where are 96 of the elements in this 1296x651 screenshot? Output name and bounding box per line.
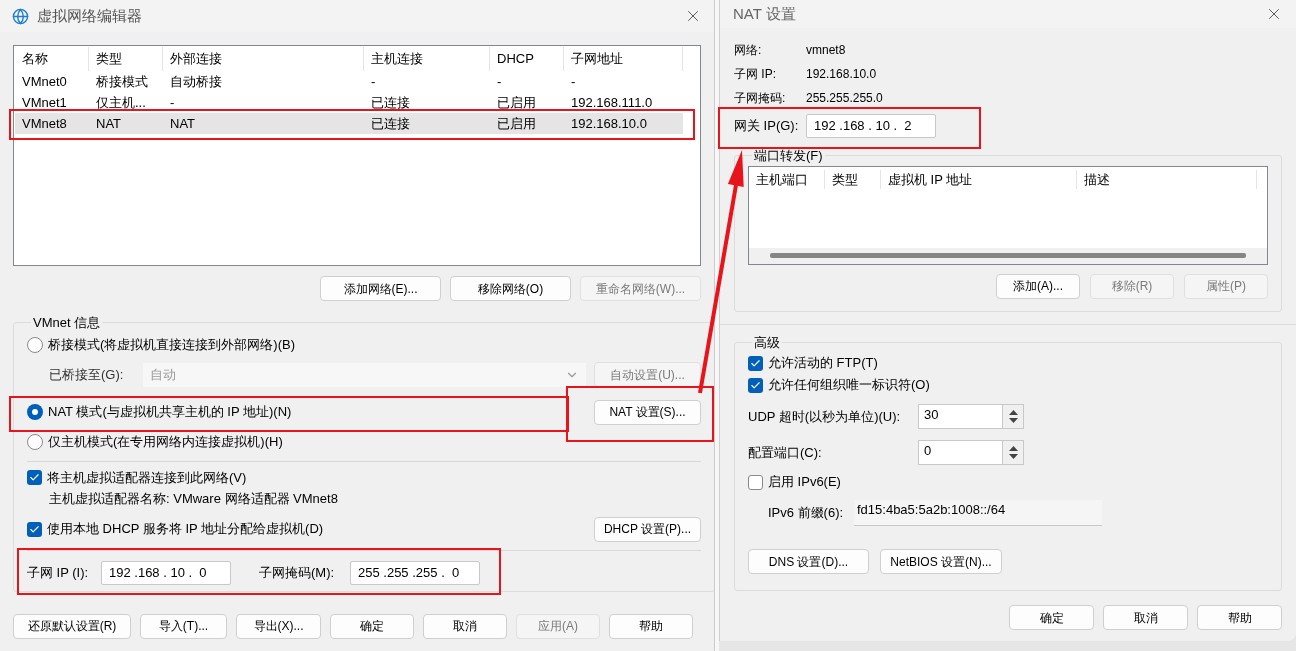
- port-action-button[interactable]: 添加(A)...: [996, 273, 1080, 299]
- dialog-button[interactable]: 帮助: [1197, 605, 1282, 630]
- column-header[interactable]: 类型: [825, 169, 881, 190]
- info-value: 192.168.10.0: [806, 66, 877, 83]
- adapter-name-text: 主机虚拟适配器名称: VMware 网络适配器 VMnet8: [49, 489, 338, 508]
- column-header[interactable]: DHCP: [490, 47, 564, 71]
- checkbox[interactable]: [748, 474, 763, 490]
- settings-button[interactable]: NetBIOS 设置(N)...: [880, 549, 1002, 574]
- table-cell-text: VMnet8: [21, 114, 68, 133]
- dhcp-settings-button[interactable]: DHCP 设置(P)...: [594, 516, 701, 542]
- column-header[interactable]: 类型: [89, 47, 163, 71]
- table-row[interactable]: VMnet1 仅主机... - 已连接 已启用 192.168.111.0: [15, 92, 683, 113]
- table-cell-text: 桥接模式: [95, 72, 149, 91]
- nat-settings-button[interactable]: NAT 设置(S)...: [594, 399, 701, 425]
- radio-button[interactable]: [27, 433, 43, 450]
- radio-label: NAT 模式(与虚拟机共享主机的 IP 地址)(N): [48, 403, 292, 422]
- check-icon: [29, 523, 40, 535]
- table-cell-text: 自动桥接: [169, 72, 223, 91]
- info-value: vmnet8: [806, 42, 846, 59]
- group-title: 高级: [753, 333, 781, 352]
- table-cell-text: 仅主机...: [95, 93, 147, 112]
- column-header[interactable]: 虚拟机 IP 地址: [881, 169, 1077, 190]
- dialog-button[interactable]: 取消: [1103, 605, 1188, 630]
- column-header[interactable]: 主机端口: [749, 169, 825, 190]
- ipv6-prefix-field[interactable]: fd15:4ba5:5a2b:1008::/64: [854, 500, 1102, 526]
- field-label: 子网掩码(M):: [259, 563, 336, 582]
- subnet-ip-field[interactable]: 192 .168 . 10 . 0: [101, 560, 231, 585]
- table-cell-text: VMnet0: [21, 72, 68, 91]
- checkbox-label: 将主机虚拟适配器连接到此网络(V): [47, 468, 247, 487]
- table-cell-text: 已连接: [370, 114, 411, 133]
- check-icon: [29, 472, 40, 483]
- checkbox[interactable]: [748, 355, 763, 371]
- dialog-button[interactable]: 导入(T)...: [140, 613, 227, 639]
- radio-button[interactable]: [27, 404, 43, 420]
- checkbox[interactable]: [27, 521, 42, 537]
- check-icon: [750, 379, 761, 391]
- table-cell-text: 192.168.111.0: [570, 93, 654, 112]
- table-cell-text: 192.168.10.0: [570, 114, 648, 133]
- field-label: 配置端口(C):: [748, 443, 823, 462]
- dialog-button[interactable]: 取消: [423, 613, 507, 639]
- radio-button[interactable]: [27, 336, 43, 353]
- spinner-icon[interactable]: [1002, 405, 1023, 428]
- info-label: 子网 IP:: [734, 66, 777, 83]
- dialog-button[interactable]: 确定: [1009, 605, 1094, 630]
- table-cell-text: VMnet1: [21, 93, 68, 112]
- table-cell-text: 已启用: [496, 93, 537, 112]
- checkbox-label: 启用 IPv6(E): [768, 473, 841, 492]
- column-header[interactable]: 主机连接: [364, 47, 490, 71]
- gateway-ip-field[interactable]: 192 .168 . 10 . 2: [806, 114, 936, 138]
- table-cell-text: NAT: [95, 114, 123, 133]
- list-action-button[interactable]: 移除网络(O): [450, 276, 571, 301]
- info-value: 255.255.255.0: [806, 90, 883, 107]
- settings-button[interactable]: DNS 设置(D)...: [748, 549, 869, 574]
- globe-icon: [12, 7, 29, 25]
- radio-label: 仅主机模式(在专用网络内连接虚拟机)(H): [48, 432, 283, 451]
- column-header[interactable]: 名称: [15, 47, 89, 71]
- dialog-button[interactable]: 导出(X)...: [236, 613, 321, 639]
- dialog-button[interactable]: 还原默认设置(R): [13, 613, 131, 639]
- list-action-button[interactable]: 添加网络(E)...: [320, 276, 441, 301]
- table-row[interactable]: VMnet0 桥接模式 自动桥接 - - -: [15, 71, 683, 92]
- checkbox[interactable]: [27, 470, 42, 485]
- dialog-button[interactable]: 帮助: [609, 613, 693, 639]
- table-cell-text: -: [370, 72, 377, 91]
- table-cell-text: 已启用: [496, 114, 537, 133]
- window-title: 虚拟网络编辑器: [37, 5, 142, 26]
- field-label: 子网 IP (I):: [27, 563, 90, 582]
- table-cell-text: -: [496, 72, 503, 91]
- info-label: 子网掩码:: [734, 90, 787, 107]
- checkbox-label: 允许活动的 FTP(T): [768, 354, 878, 373]
- table-cell-text: 已连接: [370, 93, 411, 112]
- check-icon: [750, 357, 761, 369]
- group-title: VMnet 信息: [32, 314, 102, 332]
- column-header[interactable]: 描述: [1077, 169, 1257, 190]
- field-label: UDP 超时(以秒为单位)(U):: [748, 407, 902, 426]
- horizontal-scrollbar[interactable]: [749, 247, 1267, 264]
- column-header[interactable]: 外部连接: [163, 47, 364, 71]
- field-label: IPv6 前缀(6):: [768, 504, 845, 523]
- info-label: 网络:: [734, 42, 763, 59]
- udp-timeout-field[interactable]: 30: [918, 404, 1024, 429]
- table-cell-text: -: [570, 72, 577, 91]
- field-label: 已桥接至(G):: [49, 365, 125, 384]
- window-title: NAT 设置: [733, 3, 796, 24]
- subnet-mask-field[interactable]: 255 .255 .255 . 0: [350, 560, 480, 585]
- column-header[interactable]: 子网地址: [564, 47, 683, 71]
- field-label: 网关 IP(G):: [734, 117, 800, 136]
- spinner-icon[interactable]: [1002, 441, 1023, 464]
- checkbox-label: 允许任何组织唯一标识符(O): [768, 376, 930, 395]
- radio-label: 桥接模式(将虚拟机直接连接到外部网络)(B): [48, 335, 295, 354]
- table-cell-text: -: [169, 93, 176, 112]
- checkbox-label: 使用本地 DHCP 服务将 IP 地址分配给虚拟机(D): [47, 520, 324, 539]
- dialog-button[interactable]: 确定: [330, 613, 414, 639]
- checkbox[interactable]: [748, 377, 763, 393]
- table-cell-text: NAT: [169, 114, 197, 133]
- table-row[interactable]: VMnet8 NAT NAT 已连接 已启用 192.168.10.0: [15, 113, 683, 134]
- group-title: 端口转发(F): [753, 147, 824, 165]
- config-port-field[interactable]: 0: [918, 440, 1024, 465]
